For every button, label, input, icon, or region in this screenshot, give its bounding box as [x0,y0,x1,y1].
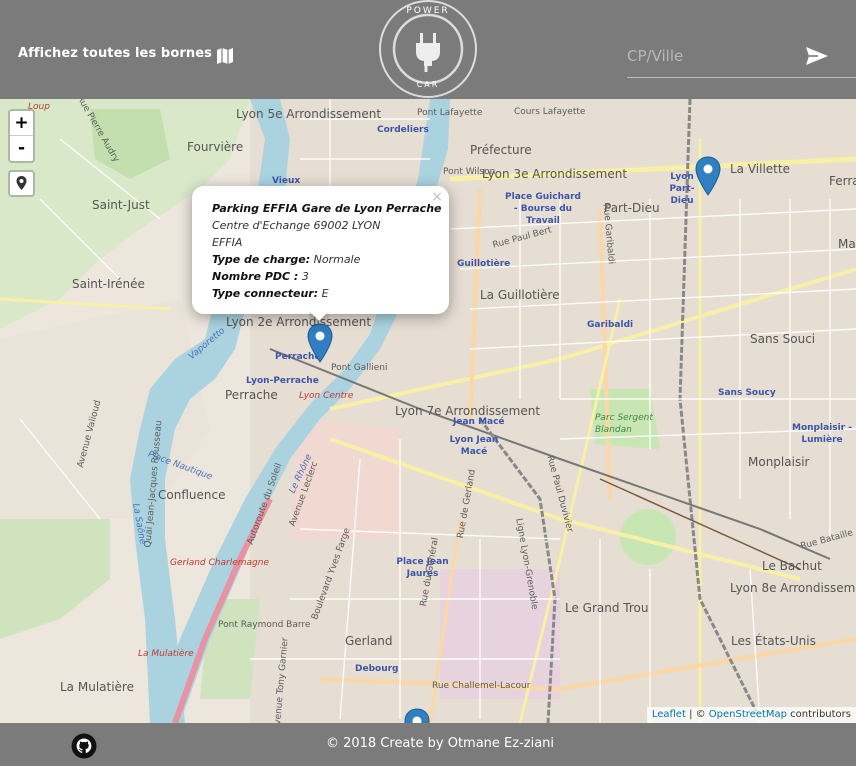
label-pont-wilson: Pont Wilson [443,167,496,177]
label-prefecture: Préfecture [470,143,532,157]
zoom-in-button[interactable]: + [10,111,33,136]
label-guillotiere-stop: Guillotière [457,259,511,269]
popup-charge-type: Type de charge: Normale [212,251,442,268]
logo-text-bottom: CAR [416,80,440,89]
send-icon[interactable] [804,45,830,67]
label-etats-unis: Les États-Unis [731,634,816,648]
label-debourg: Debourg [355,664,399,674]
label-gerland-charlemagne: Gerland Charlemagne [170,558,269,568]
label-ma: Ma [838,237,856,251]
label-saint-just: Saint-Just [92,198,150,212]
header: Affichez toutes les bornes POWER CAR [0,0,856,99]
label-lyon3: Lyon 3e Arrondissement [482,167,628,181]
zoom-out-button[interactable]: - [10,136,33,161]
label-lyon-centre: Lyon Centre [299,391,354,401]
label-perrache: Perrache [225,388,278,402]
attribution-separator: | © [685,709,709,720]
logo-text-top: POWER [406,6,450,16]
label-sans-soucy: Sans Soucy [718,388,776,398]
charge-type-value: Normale [313,253,361,266]
search-box [627,36,856,78]
label-lyon2: Lyon 2e Arrondissement [226,315,372,329]
map-icon[interactable] [215,46,235,66]
label-monplaisir: Monplaisir [748,455,810,469]
label-la-mulatiere: La Mulatière [60,680,134,694]
label-confluence: Confluence [158,488,226,502]
label-la-villette: La Villette [730,162,790,176]
label-le-grand-trou: Le Grand Trou [565,601,649,615]
copyright-text: © 2018 Create by Otmane Ez-ziani [325,736,555,751]
label-fourviere: Fourvière [187,140,244,154]
station-popup: × Parking EFFIA Gare de Lyon Perrache Ce… [192,186,449,321]
label-le-bachut: Le Bachut [762,559,822,573]
label-cours-lafayette: Cours Lafayette [514,107,586,117]
label-monplaisir-lumiere: Monplaisir - Lumière [792,423,852,445]
popup-address: Centre d'Echange 69002 LYON [212,219,381,232]
pdc-label: Nombre PDC : [212,270,299,283]
label-lyon5: Lyon 5e Arrondissement [236,107,382,121]
leaflet-link[interactable]: Leaflet [652,709,686,720]
zoom-control: + - [8,109,35,163]
connector-value: E [321,287,329,300]
label-garibaldi: Garibaldi [587,320,634,330]
osm-link[interactable]: OpenStreetMap [709,709,787,720]
popup-title: Parking EFFIA Gare de Lyon Perrache [212,202,442,215]
pdc-value: 3 [301,270,309,283]
label-saint-irenee: Saint-Irénée [72,277,145,291]
label-pont-raymond-barre: Pont Raymond Barre [218,620,311,630]
label-parc-sergent-blandan: Parc Sergent Blandan [595,413,653,435]
label-sans-souci: Sans Souci [750,332,816,346]
label-pont-lafayette: Pont Lafayette [417,108,483,118]
label-place-guichard: Place Guichard - Bourse du Travail [505,192,581,226]
label-part-dieu: Part-Dieu [604,201,660,215]
label-lyon-perrache: Lyon-Perrache [246,376,319,386]
location-pin-icon [16,176,27,190]
map-attribution: Leaflet | © OpenStreetMap contributors [646,707,856,723]
label-lyon8: Lyon 8e Arrondissement [730,581,856,595]
popup-tip [309,311,329,331]
label-la-mulatiere-stop: La Mulatière [138,649,194,659]
label-pont-gallieni: Pont Gallieni [331,363,388,373]
label-ferra: Ferra [829,174,856,188]
show-all-stations-link[interactable]: Affichez toutes les bornes [18,46,212,61]
label-lyon7: Lyon 7e Arrondissement [395,404,541,418]
powercar-logo: POWER CAR [378,0,478,99]
label-la-guillotiere: La Guillotière [480,288,560,302]
label-rue-challemel: Rue Challemel-Lacour [432,681,531,691]
label-place-jean-jaures: Place Jean Jaurès [396,557,449,579]
city-search-input[interactable] [627,44,797,68]
station-marker-gerland[interactable] [404,708,430,723]
map[interactable]: Lyon 5e Arrondissement Fourvière Saint-J… [0,99,856,723]
label-vieux: Vieux [272,176,301,186]
label-lyon-jean-mace: Lyon Jean Macé [449,435,499,457]
label-jean-mace: Jean Macé [453,417,505,427]
popup-pdc: Nombre PDC : 3 [212,268,442,285]
locate-button[interactable] [8,170,35,197]
label-cordeliers: Cordeliers [377,125,429,135]
popup-operator: EFFIA [212,236,243,249]
station-marker-part-dieu[interactable] [695,156,721,196]
connector-label: Type connecteur: [212,287,319,300]
popup-connector: Type connecteur: E [212,285,442,302]
attribution-contributors: contributors [787,709,851,720]
charge-type-label: Type de charge: [212,253,311,266]
label-gerland: Gerland [345,634,393,648]
popup-content: Parking EFFIA Gare de Lyon Perrache Cent… [212,200,442,302]
footer: © 2018 Create by Otmane Ez-ziani [0,723,856,766]
